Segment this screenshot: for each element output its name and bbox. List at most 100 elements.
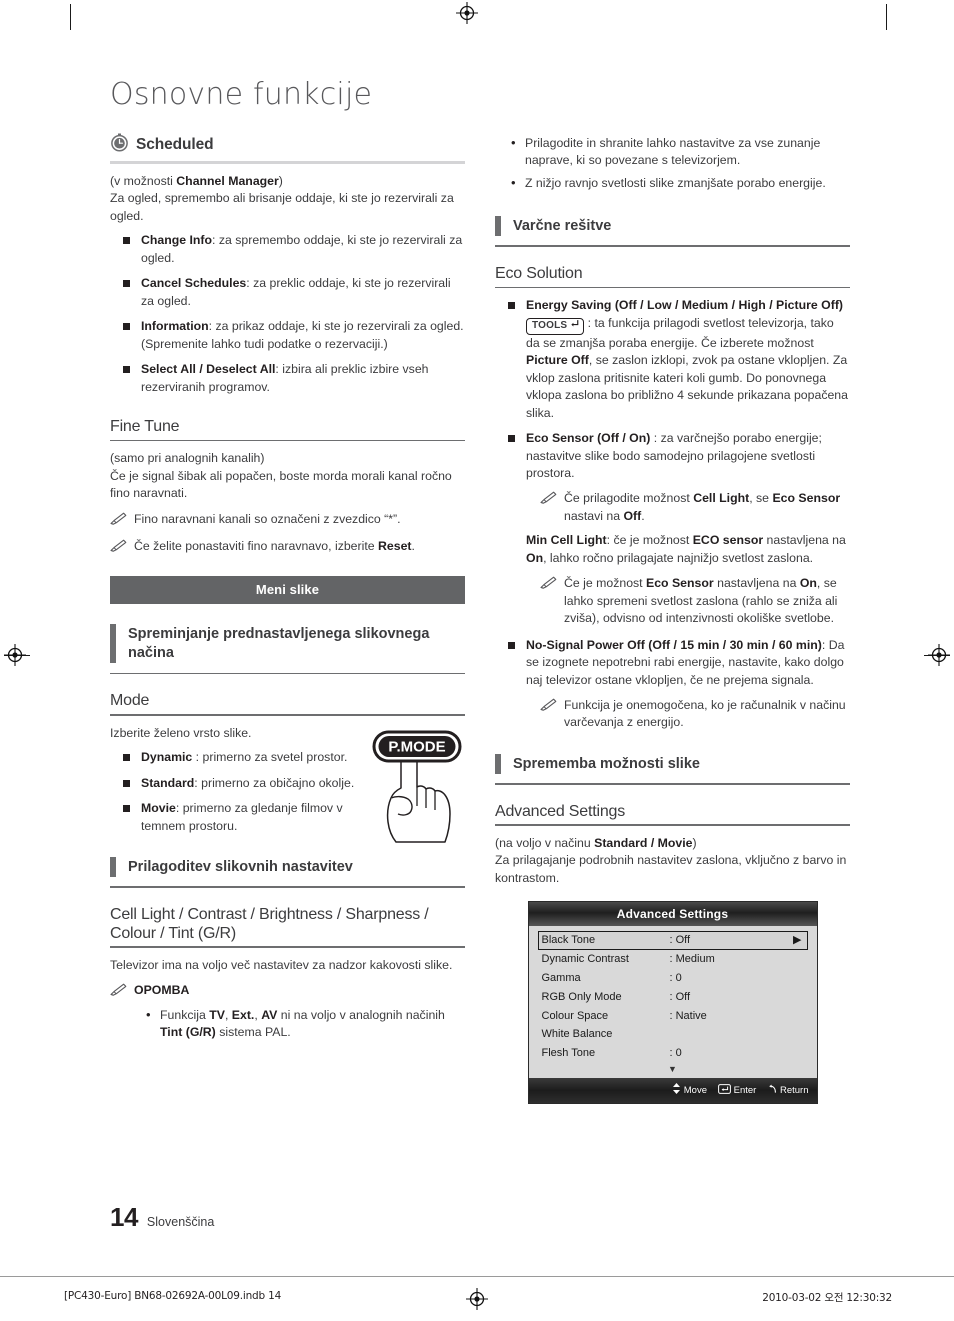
osd-row-label: Flesh Tone <box>541 1047 596 1060</box>
energy-saving-term: Energy Saving (Off / Low / Medium / High… <box>526 298 844 313</box>
eco-sensor-note-text: Če prilagodite možnost Cell Light, se Ec… <box>564 490 850 525</box>
fine-tune-title: Fine Tune <box>110 417 180 435</box>
pencil-icon <box>110 539 127 557</box>
osd-key-move: Move <box>672 1083 707 1097</box>
heading-bar <box>110 857 116 878</box>
fine-tune-note-2: Če želite ponastaviti fino naravnavo, iz… <box>110 538 465 557</box>
scheduled-rule <box>110 161 465 164</box>
osd-row-value: : 0 <box>669 971 682 984</box>
osd-row-value: : Off <box>669 934 691 947</box>
osd-rows: Black Tone : Off ▶ Dynamic Contrast : Me… <box>528 926 817 1079</box>
registration-mark-top <box>456 2 478 24</box>
cell-light-note-label: OPOMBA <box>110 982 465 1001</box>
text-b: ECO sensor <box>692 533 764 548</box>
scroll-down-icon[interactable]: ▼ <box>538 1063 808 1076</box>
text-e: , lahko ročno prilagajate najnižjo svetl… <box>543 550 814 565</box>
text-a: : če je možnost <box>606 533 693 548</box>
heading-preset-picture-mode: Spreminjanje prednastavljenega slikovneg… <box>110 623 465 663</box>
manual-page: Osnovne funkcije Scheduled (v možnosti C… <box>0 0 954 1321</box>
energy-saving-text-b: Picture Off <box>526 353 589 368</box>
osd-row-flesh-tone[interactable]: Flesh Tone : 0 <box>538 1044 808 1063</box>
chevron-right-icon: ▶ <box>793 934 802 947</box>
eco-heading-rule <box>495 245 850 247</box>
osd-row-value: : Medium <box>669 953 715 966</box>
picture-options-rule <box>495 783 850 785</box>
eco-solution-bullets: Energy Saving (Off / Low / Medium / High… <box>495 297 850 732</box>
page-language: Slovenščina <box>146 1215 215 1229</box>
heading-picture-options: Sprememba možnosti slike <box>495 753 850 774</box>
page-number: 14 <box>110 1202 138 1232</box>
osd-key-return-label: Return <box>779 1085 809 1097</box>
osd-row-colour-space[interactable]: Colour Space : Native <box>538 1007 808 1026</box>
fine-tune-note-1-text: Fino naravnani kanali so označeni z zvez… <box>134 511 401 526</box>
text-c: nastavljena na <box>763 533 846 548</box>
bullet-text: : primerno za svetel prostor. <box>192 750 348 765</box>
scheduled-intro-bold: Channel Manager <box>176 174 279 188</box>
enter-key-icon <box>717 1084 731 1097</box>
advanced-settings-intro-1: (na voljo v načinu Standard / Movie) <box>495 835 850 852</box>
pencil-icon <box>110 983 127 1001</box>
right-top-bullets: Prilagodite in shranite lahko nastavitve… <box>505 134 850 193</box>
advanced-settings-title: Advanced Settings <box>495 802 626 820</box>
osd-row-label: White Balance <box>541 1028 613 1041</box>
text-c: , <box>224 1007 232 1022</box>
eco-solution-title: Eco Solution <box>495 264 583 282</box>
note-a: Če je možnost <box>564 576 647 591</box>
right-column: Prilagodite in shranite lahko nastavitve… <box>495 133 850 1105</box>
section-eco-solution: Eco Solution Energy Saving (Off / Low / … <box>495 265 850 732</box>
osd-row-value: : Off <box>669 990 691 1003</box>
tools-label: TOOLS <box>532 319 568 331</box>
intro-bold: Standard / Movie <box>594 835 693 850</box>
osd-row-white-balance[interactable]: White Balance <box>538 1025 808 1044</box>
text-h: Tint (G/R) <box>160 1025 216 1040</box>
osd-row-dynamic-contrast[interactable]: Dynamic Contrast : Medium <box>538 950 808 969</box>
advanced-settings-rule <box>495 824 850 826</box>
scheduled-heading-row: Scheduled <box>110 133 465 157</box>
note-pre: Če želite ponastaviti fino naravnavo, iz… <box>134 539 379 554</box>
heading-adjust-picture-settings: Prilagoditev slikovnih nastavitev <box>110 857 465 878</box>
note-g: . <box>641 508 645 523</box>
heading-bar <box>495 216 501 237</box>
osd-row-rgb-only-mode[interactable]: RGB Only Mode : Off <box>538 988 808 1007</box>
return-arrow-icon <box>767 1084 777 1097</box>
note-c: , se <box>749 491 773 506</box>
note-b: Eco Sensor <box>646 576 714 591</box>
osd-row-label: Dynamic Contrast <box>541 953 629 966</box>
osd-row-label: RGB Only Mode <box>541 990 622 1003</box>
note-c: nastavljena na <box>713 576 800 591</box>
no-signal-term: No-Signal Power Off (Off / 15 min / 30 m… <box>526 637 822 652</box>
osd-key-return: Return <box>767 1084 809 1097</box>
bullet-term: Information <box>141 319 209 334</box>
note-label-text: OPOMBA <box>134 983 190 998</box>
bullet-term: Standard <box>141 775 195 790</box>
osd-row-label: Black Tone <box>541 934 596 947</box>
list-item: Prilagodite in shranite lahko nastavitve… <box>505 134 850 170</box>
min-cell-light-para: Min Cell Light: če je možnost ECO sensor… <box>526 532 850 567</box>
heading-text: Sprememba možnosti slike <box>513 755 700 772</box>
registration-mark-left <box>4 644 26 666</box>
pencil-icon <box>540 576 557 594</box>
text-g: ni na voljo v analognih načinih <box>277 1007 445 1022</box>
adjust-heading-rule <box>110 886 465 888</box>
bullet-term: Cancel Schedules <box>141 276 247 291</box>
osd-row-black-tone[interactable]: Black Tone : Off ▶ <box>537 931 808 951</box>
text-d: Ext. <box>231 1007 255 1022</box>
note-e: nastavi na <box>564 508 624 523</box>
advanced-settings-intro-2: Za prilagajanje podrobnih nastavitev zas… <box>495 853 847 885</box>
mode-rule <box>110 714 465 716</box>
osd-row-gamma[interactable]: Gamma : 0 <box>538 969 808 988</box>
list-item: Movie: primerno za gledanje filmov v tem… <box>110 800 465 835</box>
section-advanced-settings: Advanced Settings (na voljo v načinu Sta… <box>495 803 850 1105</box>
heading-bar <box>110 623 116 663</box>
bullet-term: Movie <box>141 801 176 816</box>
intro-pre: (na voljo v načinu <box>495 835 595 850</box>
section-mode: Mode Izberite želeno vrsto slike. P.MODE… <box>110 692 465 844</box>
heading-bar <box>495 753 501 774</box>
osd-key-enter: Enter <box>717 1084 756 1097</box>
fine-tune-note-1: Fino naravnani kanali so označeni z zvez… <box>110 511 465 530</box>
scheduled-title: Scheduled <box>136 136 214 153</box>
cell-light-title: Cell Light / Contrast / Brightness / Sha… <box>110 905 429 942</box>
heading-eco-solutions: Varčne rešitve <box>495 216 850 237</box>
osd-advanced-settings-menu: Advanced Settings Black Tone : Off ▶ Dyn… <box>527 901 818 1105</box>
list-item: Change Info: za spremembo oddaje, ki ste… <box>110 232 465 267</box>
